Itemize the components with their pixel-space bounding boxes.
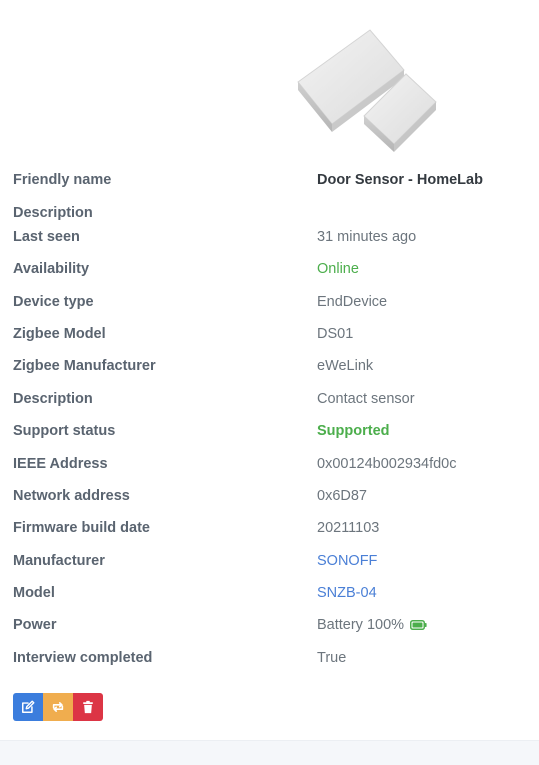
property-row-support-status: Support status Supported (13, 419, 533, 443)
property-label: Interview completed (13, 650, 153, 666)
property-label: Zigbee Model (13, 326, 106, 342)
property-row-ieee-address: IEEE Address 0x00124b002934fd0c (13, 452, 533, 476)
manufacturer-link[interactable]: SONOFF (317, 549, 377, 573)
property-label: Network address (13, 488, 130, 504)
property-label: Manufacturer (13, 553, 105, 569)
property-row-description: Description (13, 201, 533, 225)
property-row-zigbee-manufacturer: Zigbee Manufacturer eWeLink (13, 354, 533, 378)
device-description-value: Contact sensor (317, 391, 415, 407)
property-row-device-type: Device type EndDevice (13, 290, 533, 314)
property-label: Firmware build date (13, 520, 150, 536)
zigbee-model-value: DS01 (317, 326, 354, 342)
device-info-card: Friendly name Door Sensor - HomeLab Desc… (0, 0, 539, 740)
property-row-interview-completed: Interview completed True (13, 646, 533, 670)
last-seen-value: 31 minutes ago (317, 229, 417, 245)
property-row-availability: Availability Online (13, 257, 533, 281)
remove-button[interactable] (73, 693, 103, 721)
property-row-firmware-build-date: Firmware build date 20211103 (13, 516, 533, 540)
network-address-value: 0x6D87 (317, 488, 367, 504)
edit-button[interactable] (13, 693, 43, 721)
property-label: Friendly name (13, 172, 112, 188)
support-status-value[interactable]: Supported (317, 419, 390, 443)
property-label: Support status (13, 423, 116, 439)
property-label: Availability (13, 261, 90, 277)
property-label: IEEE Address (13, 456, 108, 472)
device-type-value: EndDevice (317, 294, 388, 310)
property-row-network-address: Network address 0x6D87 (13, 484, 533, 508)
property-row-last-seen: Last seen 31 minutes ago (13, 225, 533, 249)
property-label: Description (13, 205, 93, 221)
zigbee-manufacturer-value: eWeLink (317, 358, 374, 374)
battery-full-icon (410, 614, 427, 630)
battery-fill (412, 622, 423, 628)
card-footer-strip (0, 740, 539, 765)
property-row-model: Model SNZB-04 (13, 581, 533, 605)
reconfigure-icon (52, 702, 64, 712)
property-row-manufacturer: Manufacturer SONOFF (13, 549, 533, 573)
power-value-wrapper: Battery 100% (317, 613, 427, 637)
device-actions (13, 693, 103, 721)
friendly-name-value: Door Sensor - HomeLab (317, 172, 483, 188)
device-image (292, 24, 440, 154)
interview-completed-value: True (317, 650, 347, 666)
property-label: Device type (13, 294, 94, 310)
power-value: Battery 100% (317, 617, 405, 633)
property-label: Last seen (13, 229, 80, 245)
property-label: Model (13, 585, 55, 601)
model-link[interactable]: SNZB-04 (317, 581, 377, 605)
property-label: Power (13, 617, 57, 633)
firmware-build-date-value: 20211103 (317, 520, 380, 536)
reconfigure-button[interactable] (43, 693, 73, 721)
property-row-friendly-name: Friendly name Door Sensor - HomeLab (13, 168, 533, 192)
property-row-power: Power Battery 100% (13, 613, 533, 637)
property-row-description-2: Description Contact sensor (13, 387, 533, 411)
trash-icon (83, 700, 93, 714)
availability-value: Online (317, 261, 359, 277)
property-label: Description (13, 391, 93, 407)
property-row-zigbee-model: Zigbee Model DS01 (13, 322, 533, 346)
edit-icon (22, 700, 35, 713)
property-label: Zigbee Manufacturer (13, 358, 156, 374)
ieee-address-value: 0x00124b002934fd0c (317, 456, 457, 472)
